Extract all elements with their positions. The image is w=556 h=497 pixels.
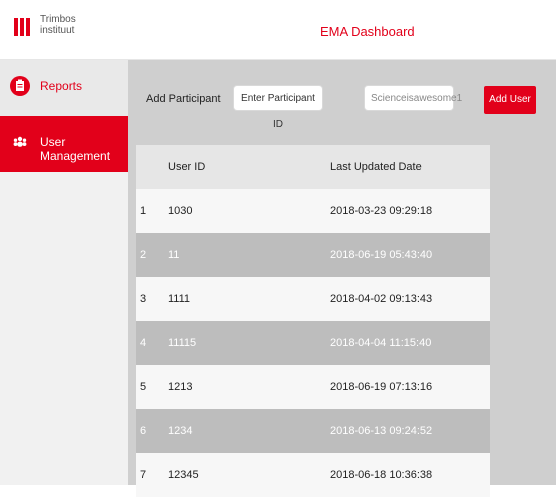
clipboard-icon xyxy=(10,76,30,96)
user-id: 1234 xyxy=(168,425,193,437)
row-index: 1 xyxy=(140,205,147,217)
table-row[interactable]: 3 1111 2018-04-02 09:13:43 xyxy=(136,277,490,321)
last-updated-date: 2018-04-04 11:15:40 xyxy=(330,337,432,349)
user-id: 12345 xyxy=(168,469,199,481)
sidebar-item-label: User Management xyxy=(40,135,111,163)
row-index: 2 xyxy=(140,249,147,261)
table-row[interactable]: 4 11115 2018-04-04 11:15:40 xyxy=(136,321,490,365)
users-icon xyxy=(10,132,30,152)
sidebar: Reports User Management xyxy=(0,60,128,485)
table-row[interactable]: 1 1030 2018-03-23 09:29:18 xyxy=(136,189,490,233)
table-row[interactable]: 2 11 2018-06-19 05:43:40 xyxy=(136,233,490,277)
logo-mark xyxy=(14,18,32,36)
page-title: EMA Dashboard xyxy=(320,24,415,39)
logo-wordmark: Trimbos instituut xyxy=(40,14,76,36)
last-updated-date: 2018-06-18 10:36:38 xyxy=(330,469,433,481)
column-header-user-id[interactable]: User ID xyxy=(168,145,205,189)
user-id: 11115 xyxy=(168,337,197,349)
logo-line-1: Trimbos xyxy=(40,14,76,25)
user-id: 11 xyxy=(168,249,180,261)
add-user-button-label: Add User xyxy=(489,94,531,105)
app-header: Trimbos instituut EMA Dashboard xyxy=(0,0,556,60)
row-index: 6 xyxy=(140,425,147,437)
sidebar-item-reports[interactable]: Reports xyxy=(0,60,128,116)
user-id: 1213 xyxy=(168,381,193,393)
last-updated-date: 2018-06-19 07:13:16 xyxy=(330,381,433,393)
logo-line-2: instituut xyxy=(40,25,75,36)
user-id: 1030 xyxy=(168,205,193,217)
last-updated-date: 2018-06-13 09:24:52 xyxy=(330,425,433,437)
last-updated-date: 2018-03-23 09:29:18 xyxy=(330,205,433,217)
users-table: User ID Last Updated Date 1 1030 2018-03… xyxy=(136,145,490,497)
password-input[interactable]: Scienceisawesome1 xyxy=(364,85,462,111)
table-row[interactable]: 6 1234 2018-06-13 09:24:52 xyxy=(136,409,490,453)
sidebar-item-label: Reports xyxy=(40,79,83,93)
table-header: User ID Last Updated Date xyxy=(136,145,490,189)
participant-id-input[interactable]: Enter Participant ID xyxy=(233,85,323,130)
main-content: Add Participant Enter Participant ID Sci… xyxy=(128,60,556,497)
password-value: Scienceisawesome1 xyxy=(371,93,463,104)
row-index: 5 xyxy=(140,381,147,393)
user-id: 1111 xyxy=(168,293,191,305)
table-row[interactable]: 7 12345 2018-06-18 10:36:38 xyxy=(136,453,490,497)
sidebar-item-user-management[interactable]: User Management xyxy=(0,116,128,172)
column-header-last-updated[interactable]: Last Updated Date xyxy=(330,145,422,189)
row-index: 3 xyxy=(140,293,147,305)
trimbos-logo[interactable]: Trimbos instituut xyxy=(14,14,104,46)
row-index: 7 xyxy=(140,469,147,481)
last-updated-date: 2018-06-19 05:43:40 xyxy=(330,249,433,261)
add-user-button[interactable]: Add User xyxy=(484,86,536,114)
table-row[interactable]: 5 1213 2018-06-19 07:13:16 xyxy=(136,365,490,409)
last-updated-date: 2018-04-02 09:13:43 xyxy=(330,293,433,305)
row-index: 4 xyxy=(140,337,147,349)
participant-id-placeholder: Enter Participant ID xyxy=(241,93,315,130)
add-participant-label: Add Participant xyxy=(146,93,221,105)
